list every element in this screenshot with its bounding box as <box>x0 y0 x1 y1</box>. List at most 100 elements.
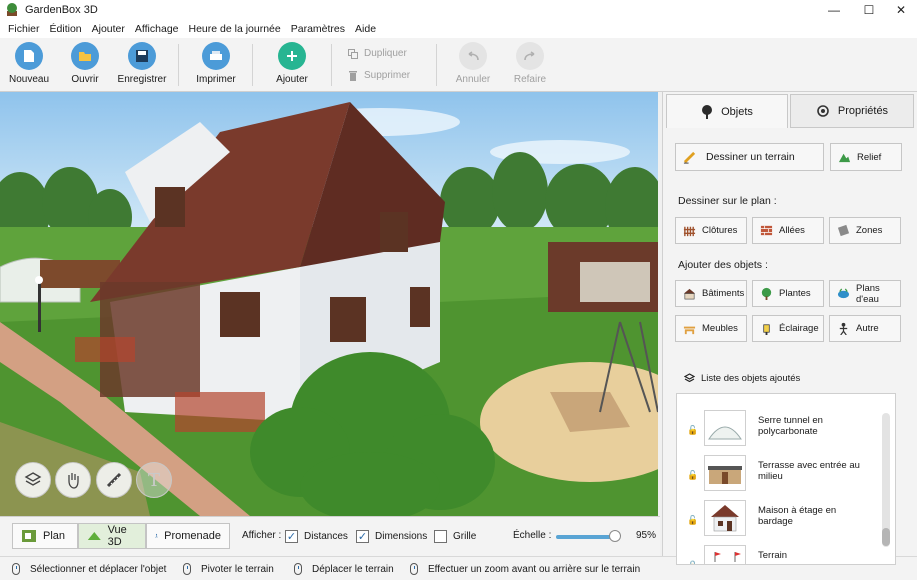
3d-viewport[interactable]: T <box>0 92 658 516</box>
print-button[interactable]: Imprimer <box>188 42 244 85</box>
fences-label: Clôtures <box>702 225 738 236</box>
printer-icon <box>202 42 230 70</box>
walking-person-icon <box>155 533 158 538</box>
3d-view-button[interactable]: Vue 3D <box>78 523 146 549</box>
3d-terrain-icon <box>87 531 101 541</box>
zones-button[interactable]: Zones <box>829 217 901 244</box>
menu-settings[interactable]: Paramètres <box>286 23 350 35</box>
close-button[interactable]: ✕ <box>884 0 917 20</box>
folder-icon <box>71 42 99 70</box>
list-scrollbar[interactable] <box>882 413 890 547</box>
list-item[interactable]: 🔓 Terrasse avec entrée au milieu <box>677 452 877 496</box>
plants-label: Plantes <box>779 288 811 299</box>
paths-button[interactable]: Allées <box>752 217 824 244</box>
draw-terrain-button[interactable]: Dessiner un terrain <box>675 143 824 171</box>
open-button[interactable]: Ouvrir <box>57 42 113 85</box>
furniture-button[interactable]: Meubles <box>675 315 747 342</box>
show-label: Afficher : <box>242 530 282 541</box>
unlock-icon[interactable]: 🔓 <box>687 515 698 526</box>
list-item[interactable]: 🔒 Terrain <box>677 542 877 564</box>
menu-help[interactable]: Aide <box>350 23 381 35</box>
water-features-button[interactable]: Plans d'eau <box>829 280 901 307</box>
menu-view[interactable]: Affichage <box>130 23 184 35</box>
walk-view-button[interactable]: Promenade <box>146 523 230 549</box>
print-label: Imprimer <box>196 74 236 85</box>
list-item-label: Terrasse avec entrée au milieu <box>758 460 860 482</box>
menu-file[interactable]: Fichier <box>3 23 45 35</box>
bench-icon <box>683 326 696 335</box>
other-label: Autre <box>856 323 879 334</box>
duplicate-button[interactable]: Dupliquer <box>348 48 407 59</box>
menu-edit[interactable]: Édition <box>45 23 87 35</box>
status-rotate-text: Pivoter le terrain <box>201 563 274 575</box>
toolbar: Nouveau Ouvrir Enregistrer Imprimer Ajou… <box>0 38 917 92</box>
app-logo-icon <box>7 3 17 16</box>
list-item[interactable]: 🔓 Serre tunnel en polycarbonate <box>677 407 877 451</box>
status-move: Déplacer le terrain <box>294 563 394 575</box>
scale-slider-handle[interactable] <box>609 530 621 542</box>
fences-button[interactable]: Clôtures <box>675 217 747 244</box>
menu-add[interactable]: Ajouter <box>87 23 130 35</box>
mouse-wheel-icon <box>410 563 418 575</box>
added-objects-header: Liste des objets ajoutés <box>684 373 800 384</box>
relief-button[interactable]: Relief <box>830 143 902 171</box>
pan-button[interactable] <box>55 462 91 498</box>
delete-button[interactable]: Supprimer <box>348 70 410 81</box>
plant-tree-icon <box>761 287 772 300</box>
text-icon: T <box>147 469 160 491</box>
distances-checkbox[interactable]: ✓ Distances <box>285 530 348 543</box>
added-objects-title: Liste des objets ajoutés <box>701 373 801 384</box>
mountain-icon <box>838 153 851 162</box>
save-button[interactable]: Enregistrer <box>114 42 170 85</box>
tab-properties[interactable]: Propriétés <box>790 94 914 128</box>
undo-button[interactable]: Annuler <box>445 42 501 85</box>
grid-checkbox[interactable]: Grille <box>434 530 476 543</box>
other-button[interactable]: Autre <box>829 315 901 342</box>
3d-view-label: Vue 3D <box>107 524 127 548</box>
pencil-draw-icon <box>683 151 696 164</box>
hand-icon <box>68 473 79 489</box>
list-item-label: Terrain <box>758 550 788 561</box>
buildings-button[interactable]: Bâtiments <box>675 280 747 307</box>
water-features-label: Plans d'eau <box>856 282 880 305</box>
status-zoom: Effectuer un zoom avant ou arrière sur l… <box>410 563 640 575</box>
delete-label: Supprimer <box>364 70 411 81</box>
undo-icon <box>459 42 487 70</box>
plan-view-button[interactable]: Plan <box>12 523 78 549</box>
unlock-icon[interactable]: 🔓 <box>687 425 698 436</box>
plants-button[interactable]: Plantes <box>752 280 824 307</box>
add-objects-title: Ajouter des objets : <box>678 259 768 271</box>
check-icon: ✓ <box>285 530 298 543</box>
add-button[interactable]: Ajouter <box>264 42 320 85</box>
objects-view-button[interactable] <box>15 462 51 498</box>
terrain-thumbnail <box>704 545 746 564</box>
toolbar-separator <box>178 44 179 86</box>
duplicate-label: Dupliquer <box>364 48 407 59</box>
layers-objects-icon <box>24 472 42 486</box>
gear-icon <box>817 105 829 117</box>
zones-label: Zones <box>856 225 883 236</box>
scale-value: 95% <box>636 530 657 541</box>
redo-button[interactable]: Refaire <box>502 42 558 85</box>
list-item[interactable]: 🔓 Maison à étage en bardage <box>677 497 877 541</box>
menu-time-of-day[interactable]: Heure de la journée <box>184 23 286 35</box>
empty-checkbox-icon <box>434 530 447 543</box>
minimize-button[interactable]: — <box>817 0 851 20</box>
list-item-label: Serre tunnel en polycarbonate <box>758 415 823 437</box>
redo-icon <box>516 42 544 70</box>
measure-button[interactable] <box>96 462 132 498</box>
dimensions-checkbox[interactable]: ✓ Dimensions <box>356 530 427 543</box>
list-scrollbar-thumb[interactable] <box>882 528 890 546</box>
lock-icon[interactable]: 🔒 <box>687 560 698 564</box>
title-bar: GardenBox 3D — ☐ ✕ <box>0 0 917 20</box>
tab-objects[interactable]: Objets <box>666 94 788 128</box>
new-button[interactable]: Nouveau <box>1 42 57 85</box>
status-select: Sélectionner et déplacer l'objet <box>12 563 166 575</box>
lighting-button[interactable]: Éclairage <box>752 315 824 342</box>
mouse-left-click-icon <box>12 563 20 575</box>
draw-on-plan-title: Dessiner sur le plan : <box>678 195 777 207</box>
text-tool-button[interactable]: T <box>136 462 172 498</box>
layers-icon <box>684 373 695 383</box>
unlock-icon[interactable]: 🔓 <box>687 470 698 481</box>
maximize-button[interactable]: ☐ <box>852 0 886 20</box>
